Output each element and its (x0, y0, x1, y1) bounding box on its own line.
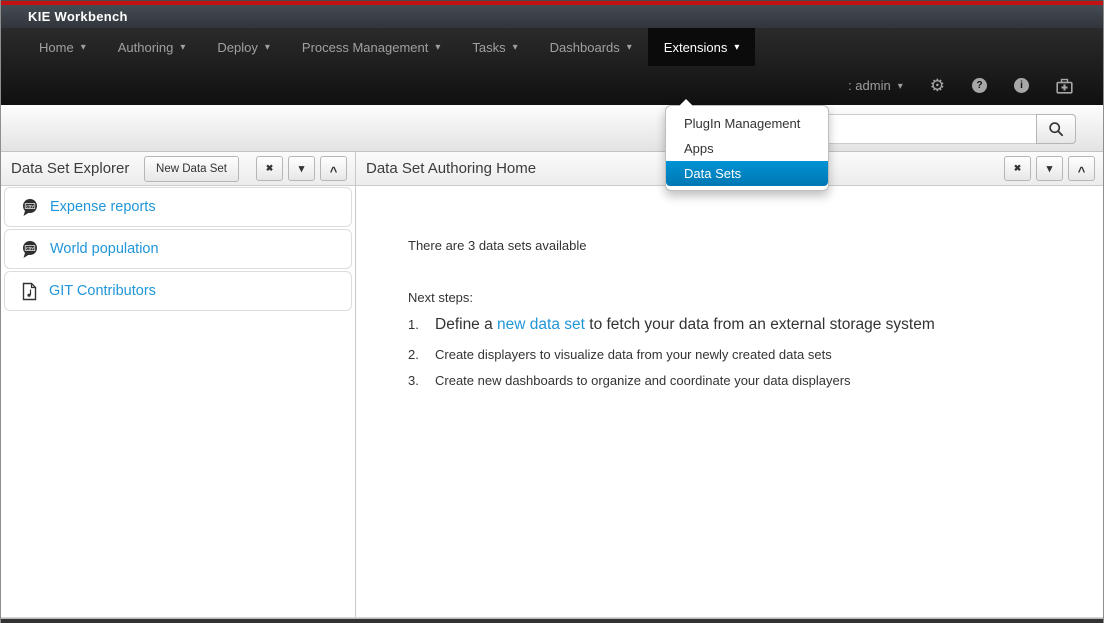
csv-dataset-icon: CSV (21, 240, 39, 259)
step-text: Create new dashboards to organize and co… (435, 373, 851, 388)
new-data-set-button[interactable]: New Data Set (144, 156, 239, 182)
chevron-up-icon: ^ (330, 164, 338, 179)
list-item-expense-reports[interactable]: CSV Expense reports (4, 187, 352, 227)
data-set-link[interactable]: GIT Contributors (49, 283, 156, 299)
explorer-panel-title: Data Set Explorer (11, 160, 144, 177)
step-number: 3. (408, 373, 435, 388)
nav-item-home[interactable]: Home ▾ (23, 28, 102, 66)
navbar-utility-row: : admin ▾ ⚙ ? i (1, 66, 1103, 105)
step-text: Create displayers to visualize data from… (435, 347, 832, 362)
close-icon: ✖ (266, 163, 274, 174)
medkit-icon[interactable] (1056, 78, 1073, 94)
file-dataset-icon (21, 282, 38, 301)
close-panel-button[interactable]: ✖ (1004, 156, 1031, 181)
svg-text:CSV: CSV (26, 204, 34, 208)
chevron-down-icon: ▾ (299, 162, 305, 175)
app-title-bar: KIE Workbench (1, 5, 1103, 28)
panel-menu-button[interactable]: ▾ (288, 156, 315, 181)
chevron-down-icon: ▾ (627, 43, 632, 53)
chevron-down-icon: ▾ (265, 43, 270, 53)
content-toolbar (1, 105, 1103, 152)
application-window: KIE Workbench Home ▾ Authoring ▾ Deploy … (0, 0, 1104, 623)
csv-dataset-icon: CSV (21, 198, 39, 217)
step-text-prefix: Define a (435, 316, 497, 333)
authoring-home-content: There are 3 data sets available Next ste… (356, 186, 1103, 399)
list-item-git-contributors[interactable]: GIT Contributors (4, 271, 352, 311)
chevron-down-icon: ▾ (435, 43, 440, 53)
search-icon (1048, 121, 1064, 137)
extensions-dropdown-menu: PlugIn Management Apps Data Sets (665, 105, 829, 191)
nav-item-label: Process Management (302, 40, 428, 55)
next-steps-label: Next steps: (408, 290, 1103, 305)
svg-text:CSV: CSV (26, 246, 34, 250)
collapse-panel-button[interactable]: ^ (1068, 156, 1095, 181)
chevron-down-icon: ▾ (734, 43, 739, 53)
data-set-link[interactable]: World population (50, 241, 159, 257)
chevron-down-icon: ▾ (898, 82, 903, 92)
menu-item-apps[interactable]: Apps (666, 136, 828, 161)
nav-item-extensions[interactable]: Extensions ▾ (648, 28, 756, 66)
step-define-data-set: 1. Define a new data set to fetch your d… (408, 316, 1103, 334)
step-create-displayers: 2. Create displayers to visualize data f… (408, 347, 1103, 362)
navbar-menu-row: Home ▾ Authoring ▾ Deploy ▾ Process Mana… (1, 28, 1103, 66)
collapse-panel-button[interactable]: ^ (320, 156, 347, 181)
chevron-down-icon: ▾ (513, 43, 518, 53)
step-number: 2. (408, 347, 435, 362)
new-data-set-link[interactable]: new data set (497, 316, 585, 333)
main-navbar: Home ▾ Authoring ▾ Deploy ▾ Process Mana… (1, 28, 1103, 105)
nav-item-label: Home (39, 40, 74, 55)
nav-item-dashboards[interactable]: Dashboards ▾ (534, 28, 648, 66)
chevron-down-icon: ▾ (1047, 162, 1053, 175)
nav-item-label: Deploy (217, 40, 257, 55)
nav-item-authoring[interactable]: Authoring ▾ (102, 28, 202, 66)
data-set-explorer-panel: Data Set Explorer New Data Set ✖ ▾ ^ CSV (1, 152, 356, 617)
search-button[interactable] (1036, 114, 1076, 144)
list-item-world-population[interactable]: CSV World population (4, 229, 352, 269)
nav-item-label: Tasks (472, 40, 505, 55)
nav-item-label: Dashboards (550, 40, 620, 55)
chevron-down-icon: ▾ (81, 43, 86, 53)
nav-item-deploy[interactable]: Deploy ▾ (201, 28, 286, 66)
help-icon[interactable]: ? (972, 78, 987, 93)
gear-icon[interactable]: ⚙ (930, 77, 945, 94)
explorer-panel-header: Data Set Explorer New Data Set ✖ ▾ ^ (1, 152, 355, 186)
data-set-list: CSV Expense reports CSV World p (1, 186, 355, 314)
menu-item-data-sets[interactable]: Data Sets (666, 161, 828, 186)
nav-item-tasks[interactable]: Tasks ▾ (456, 28, 533, 66)
chevron-up-icon: ^ (1078, 164, 1086, 179)
window-bottom-border (1, 617, 1103, 623)
nav-item-label: Extensions (664, 40, 728, 55)
user-menu[interactable]: : admin ▾ (848, 78, 903, 93)
menu-item-plugin-management[interactable]: PlugIn Management (666, 111, 828, 136)
chevron-down-icon: ▾ (180, 43, 185, 53)
app-title: KIE Workbench (28, 9, 128, 24)
data-set-authoring-panel: Data Set Authoring Home ✖ ▾ ^ There are … (356, 152, 1103, 617)
available-data-sets-text: There are 3 data sets available (408, 238, 1103, 253)
step-create-dashboards: 3. Create new dashboards to organize and… (408, 373, 1103, 388)
info-icon[interactable]: i (1014, 78, 1029, 93)
step-number: 1. (408, 317, 435, 332)
close-icon: ✖ (1014, 163, 1022, 174)
panel-menu-button[interactable]: ▾ (1036, 156, 1063, 181)
nav-item-process-management[interactable]: Process Management ▾ (286, 28, 456, 66)
step-text-suffix: to fetch your data from an external stor… (585, 316, 935, 333)
close-panel-button[interactable]: ✖ (256, 156, 283, 181)
nav-item-label: Authoring (118, 40, 174, 55)
main-content: Data Set Explorer New Data Set ✖ ▾ ^ CSV (1, 152, 1103, 617)
step-text: Define a new data set to fetch your data… (435, 316, 935, 334)
user-label: : admin (848, 78, 891, 93)
data-set-link[interactable]: Expense reports (50, 199, 156, 215)
